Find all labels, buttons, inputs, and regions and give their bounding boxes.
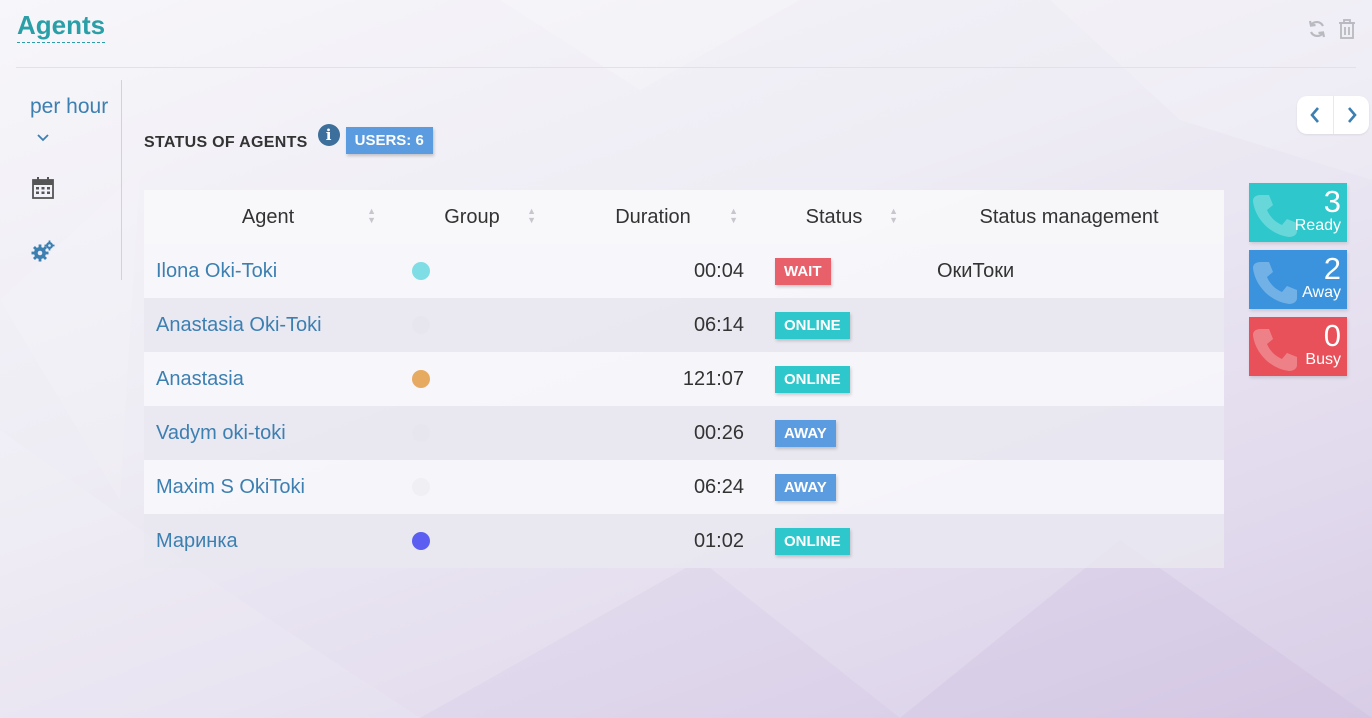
group-color-dot — [412, 532, 430, 551]
chevron-down-icon[interactable] — [36, 130, 50, 148]
group-cell — [392, 352, 552, 406]
section-header: STATUS OF AGENTS i USERS: 6 — [144, 124, 433, 154]
column-label: Duration — [615, 205, 691, 228]
column-header-status-management: Status management — [914, 190, 1224, 244]
trash-icon[interactable] — [1336, 18, 1358, 40]
phone-icon — [1251, 258, 1299, 309]
chevron-right-icon[interactable] — [1333, 96, 1369, 134]
status-badge: ONLINE — [775, 527, 850, 555]
counter-label: Ready — [1294, 217, 1341, 234]
group-cell — [392, 514, 552, 568]
agents-table: Agent ▲ ▼ Group ▲ ▼ Duration ▲ ▼ Status ▲ ▼ Stat… — [144, 190, 1224, 568]
column-header-duration[interactable]: Duration ▲ ▼ — [552, 190, 754, 244]
section-title: STATUS OF AGENTS — [144, 134, 308, 151]
duration-cell: 121:07 — [552, 352, 754, 406]
sidebar: per hour — [16, 80, 122, 280]
status-management-cell[interactable]: ОкиТоки — [914, 244, 1224, 298]
column-header-status[interactable]: Status ▲ ▼ — [754, 190, 914, 244]
status-counter-ready[interactable]: 3 Ready — [1249, 183, 1347, 242]
sort-icon[interactable]: ▲ ▼ — [729, 207, 738, 225]
gears-icon[interactable] — [31, 240, 55, 267]
column-label: Status — [805, 205, 863, 228]
counter-value: 2 — [1323, 251, 1341, 286]
table-row: Ilona Oki-Toki 00:04 WAIT ОкиТоки — [144, 244, 1224, 298]
status-management-cell[interactable] — [914, 406, 1224, 460]
phone-icon — [1251, 191, 1299, 242]
status-management-cell[interactable] — [914, 514, 1224, 568]
status-badge: ONLINE — [775, 311, 850, 339]
status-cell: ONLINE — [754, 514, 914, 568]
counter-value: 0 — [1323, 318, 1341, 353]
status-counter-away[interactable]: 2 Away — [1249, 250, 1347, 309]
duration-cell: 00:04 — [552, 244, 754, 298]
column-label: Agent — [241, 205, 295, 228]
info-icon[interactable]: i — [317, 124, 340, 146]
group-cell — [392, 460, 552, 514]
agent-name-link[interactable]: Маринка — [144, 514, 392, 568]
status-counter-busy[interactable]: 0 Busy — [1249, 317, 1347, 376]
group-cell — [392, 244, 552, 298]
status-badge: AWAY — [775, 419, 836, 447]
users-count-badge: USERS: 6 — [345, 127, 433, 154]
table-row: Маринка 01:02 ONLINE — [144, 514, 1224, 568]
status-badge: ONLINE — [775, 365, 850, 393]
header-divider — [16, 67, 1356, 68]
calendar-icon[interactable] — [32, 177, 54, 204]
status-management-cell[interactable] — [914, 352, 1224, 406]
status-cell: AWAY — [754, 460, 914, 514]
counter-label: Busy — [1305, 351, 1341, 368]
table-row: Vadym oki-toki 00:26 AWAY — [144, 406, 1224, 460]
agent-name-link[interactable]: Maxim S OkiToki — [144, 460, 392, 514]
agent-name-link[interactable]: Vadym oki-toki — [144, 406, 392, 460]
group-cell — [392, 298, 552, 352]
page-title[interactable]: Agents — [17, 10, 106, 43]
top-toolbar — [1306, 18, 1358, 40]
group-color-dot — [412, 478, 430, 497]
status-cell: AWAY — [754, 406, 914, 460]
sort-icon[interactable]: ▲ ▼ — [889, 207, 898, 225]
status-counters: 3 Ready 2 Away 0 Busy — [1249, 183, 1347, 384]
duration-cell: 06:24 — [552, 460, 754, 514]
group-color-dot — [412, 316, 430, 335]
chevron-left-icon[interactable] — [1297, 96, 1333, 134]
duration-cell: 00:26 — [552, 406, 754, 460]
counter-value: 3 — [1323, 184, 1341, 219]
agent-name-link[interactable]: Anastasia — [144, 352, 392, 406]
table-row: Anastasia 121:07 ONLINE — [144, 352, 1224, 406]
sort-icon[interactable]: ▲ ▼ — [367, 207, 376, 225]
agent-name-link[interactable]: Ilona Oki-Toki — [144, 244, 392, 298]
status-badge: WAIT — [775, 257, 831, 285]
phone-icon — [1251, 325, 1299, 376]
status-cell: ONLINE — [754, 352, 914, 406]
status-management-cell[interactable] — [914, 298, 1224, 352]
column-header-agent[interactable]: Agent ▲ ▼ — [144, 190, 392, 244]
counter-label: Away — [1302, 284, 1341, 301]
column-header-group[interactable]: Group ▲ ▼ — [392, 190, 552, 244]
group-color-dot — [412, 370, 430, 389]
group-cell — [392, 406, 552, 460]
period-selector[interactable]: per hour — [30, 94, 108, 120]
agent-name-link[interactable]: Anastasia Oki-Toki — [144, 298, 392, 352]
table-row: Maxim S OkiToki 06:24 AWAY — [144, 460, 1224, 514]
group-color-dot — [412, 424, 430, 443]
refresh-icon[interactable] — [1306, 18, 1328, 40]
column-label: Status management — [979, 205, 1159, 228]
pager-arrows — [1297, 96, 1369, 134]
status-management-cell[interactable] — [914, 460, 1224, 514]
status-cell: WAIT — [754, 244, 914, 298]
group-color-dot — [412, 262, 430, 281]
sort-icon[interactable]: ▲ ▼ — [527, 207, 536, 225]
status-badge: AWAY — [775, 473, 836, 501]
status-cell: ONLINE — [754, 298, 914, 352]
column-label: Group — [444, 205, 500, 228]
duration-cell: 06:14 — [552, 298, 754, 352]
table-header-row: Agent ▲ ▼ Group ▲ ▼ Duration ▲ ▼ Status ▲ ▼ Stat… — [144, 190, 1224, 244]
duration-cell: 01:02 — [552, 514, 754, 568]
table-row: Anastasia Oki-Toki 06:14 ONLINE — [144, 298, 1224, 352]
